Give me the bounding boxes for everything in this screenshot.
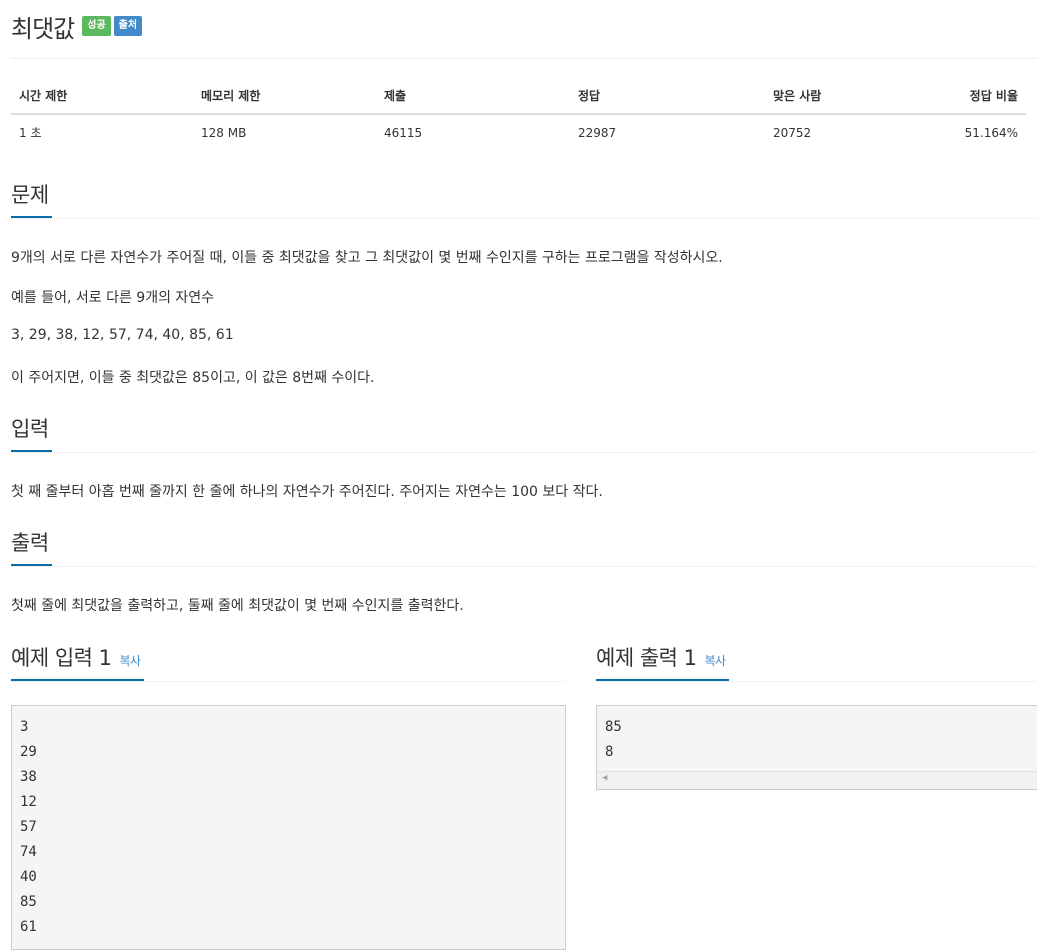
input-section-header: 입력 xyxy=(11,414,1037,453)
problem-title-row: 최댓값 성공 출처 xyxy=(11,8,143,44)
problem-paragraph: 9개의 서로 다른 자연수가 주어질 때, 이들 중 최댓값을 찾고 그 최댓값… xyxy=(11,250,723,266)
problem-paragraph: 3, 29, 38, 12, 57, 74, 40, 85, 61 xyxy=(11,327,234,343)
chevron-left-icon[interactable]: ◀ xyxy=(602,773,607,783)
horizontal-scrollbar[interactable]: ◀ xyxy=(597,771,1037,789)
output-paragraph: 첫째 줄에 최댓값을 출력하고, 둘째 줄에 최댓값이 몇 번째 수인지를 출력… xyxy=(11,598,464,614)
source-badge[interactable]: 출처 xyxy=(113,16,143,36)
sample-output-title: 예제 출력 1 xyxy=(596,646,697,670)
sample-input-line: 12 xyxy=(20,794,37,810)
sample-output-line: 85 xyxy=(605,719,622,735)
sample-output-box[interactable]: 85 8 ◀ xyxy=(596,705,1037,790)
header-submissions: 제출 xyxy=(376,78,570,115)
sample-input-line: 61 xyxy=(20,919,37,935)
solved-users-value[interactable]: 20752 xyxy=(765,114,919,150)
accept-ratio-value: 51.164% xyxy=(964,125,1018,140)
table-header-row: 시간 제한 메모리 제한 제출 정답 맞은 사람 정답 비율 xyxy=(11,78,1026,115)
sample-input-line: 29 xyxy=(20,744,37,760)
copy-sample-output-button[interactable]: 복사 xyxy=(705,654,727,668)
time-limit-value: 1 초 xyxy=(19,126,42,140)
sample-input-line: 85 xyxy=(20,894,37,910)
sample-input-line: 74 xyxy=(20,844,37,860)
sample-input-header: 예제 입력 1 복사 xyxy=(11,643,566,682)
sample-input-box[interactable]: 3 29 38 12 57 74 40 85 61 xyxy=(11,705,566,950)
input-heading: 입력 xyxy=(11,414,52,452)
sample-input-line: 38 xyxy=(20,769,37,785)
output-section-header: 출력 xyxy=(11,528,1037,567)
accepted-value[interactable]: 22987 xyxy=(570,114,765,150)
memory-limit-value: 128 MB xyxy=(201,125,247,140)
table-row: 1 초 128 MB 46115 22987 20752 51.164% xyxy=(11,114,1026,150)
sample-input-heading: 예제 입력 1 복사 xyxy=(11,643,144,681)
sample-output-heading: 예제 출력 1 복사 xyxy=(596,643,729,681)
title-divider xyxy=(11,58,1037,59)
sample-output-header: 예제 출력 1 복사 xyxy=(596,643,1037,682)
problem-paragraph: 이 주어지면, 이들 중 최댓값은 85이고, 이 값은 8번째 수이다. xyxy=(11,370,375,386)
problem-section-header: 문제 xyxy=(11,180,1037,219)
sample-input-title: 예제 입력 1 xyxy=(11,646,112,670)
problem-heading: 문제 xyxy=(11,180,52,218)
sample-input-line: 3 xyxy=(20,719,29,735)
header-memory-limit: 메모리 제한 xyxy=(193,78,376,115)
input-paragraph: 첫 째 줄부터 아홉 번째 줄까지 한 줄에 하나의 자연수가 주어진다. 주어… xyxy=(11,484,603,500)
status-badge-success: 성공 xyxy=(82,16,111,36)
output-heading: 출력 xyxy=(11,528,52,566)
header-accepted: 정답 xyxy=(570,78,765,115)
header-solved-users: 맞은 사람 xyxy=(765,78,919,115)
problem-info-table: 시간 제한 메모리 제한 제출 정답 맞은 사람 정답 비율 1 초 128 M… xyxy=(11,78,1026,150)
header-time-limit: 시간 제한 xyxy=(11,78,193,115)
problem-paragraph: 예를 들어, 서로 다른 9개의 자연수 xyxy=(11,290,215,306)
copy-sample-input-button[interactable]: 복사 xyxy=(120,654,142,668)
sample-output-line: 8 xyxy=(605,744,614,760)
submissions-value[interactable]: 46115 xyxy=(376,114,570,150)
header-accept-ratio: 정답 비율 xyxy=(919,78,1026,115)
page-title: 최댓값 xyxy=(11,14,75,43)
sample-input-line: 57 xyxy=(20,819,37,835)
sample-input-line: 40 xyxy=(20,869,37,885)
